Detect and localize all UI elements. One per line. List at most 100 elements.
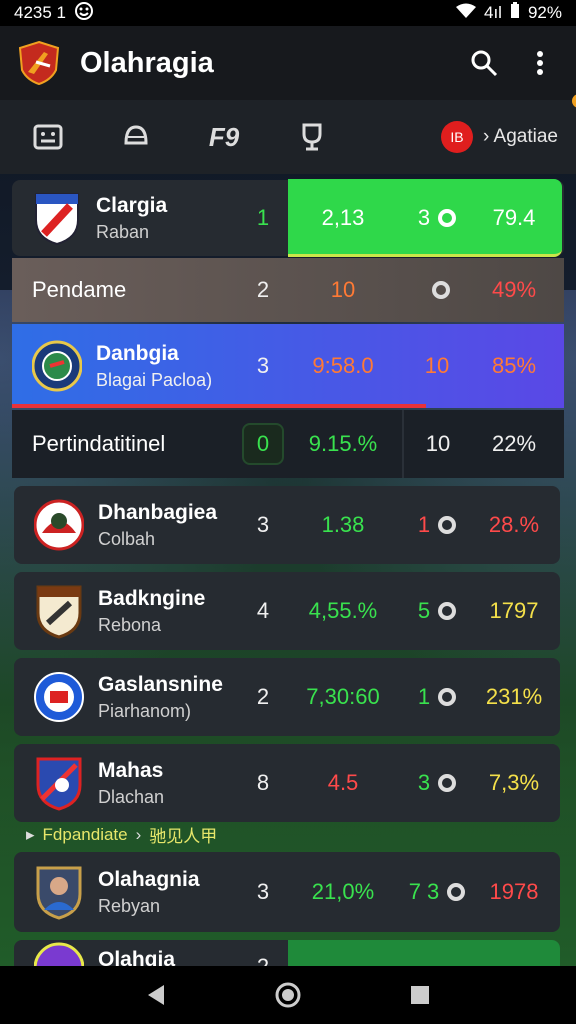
score-value: 9.15.%	[308, 431, 378, 456]
rank-value: 4	[256, 598, 270, 623]
count-value: 3	[417, 205, 431, 230]
category-link-label: Agatiae	[493, 126, 558, 147]
percent-value: 1797	[489, 598, 539, 623]
rank-value: 3	[256, 512, 270, 537]
table-row[interactable]: Pendame 2 10 49%	[12, 258, 564, 322]
team-subtitle: Colbah	[98, 528, 156, 549]
status-dot-icon	[447, 883, 466, 901]
team-crest-icon	[33, 497, 85, 553]
home-icon[interactable]	[268, 975, 308, 1015]
count-value: 5	[417, 598, 431, 623]
filter-bar: F9 IB › Agatiae	[0, 94, 576, 174]
team-crest-icon	[34, 755, 84, 811]
recents-icon[interactable]	[400, 975, 440, 1015]
rank-value: 3	[256, 353, 270, 378]
table-row[interactable]: Pertindatitinel 0 9.15.% 10 22%	[12, 410, 564, 478]
status-dot-icon	[438, 774, 457, 792]
battery-icon	[510, 2, 520, 24]
count-value: 3	[417, 770, 431, 795]
rank-value: 2	[248, 954, 278, 966]
team-subtitle: Raban	[96, 221, 150, 242]
table-row[interactable]: Badkngine Rebona 4 4,55.% 5 1797	[14, 572, 560, 650]
search-icon[interactable]	[462, 41, 506, 85]
back-icon[interactable]	[136, 975, 176, 1015]
notification-badge[interactable]: IB	[440, 121, 473, 153]
rank-value: 1	[256, 205, 270, 230]
team-crest-icon	[34, 669, 84, 725]
team-crest-icon	[32, 190, 82, 246]
team-name: Dhanbagiea	[98, 500, 218, 524]
battery-percent: 92%	[527, 3, 562, 22]
percent-value: 49%	[491, 277, 537, 302]
rank-value: 0	[242, 423, 284, 465]
percent-value: 22%	[491, 431, 537, 456]
score-value: 4.5	[327, 770, 359, 795]
percent-value: 231%	[485, 684, 543, 709]
team-subtitle: Piarhanom)	[98, 700, 192, 721]
status-dot-icon	[438, 602, 457, 620]
system-nav-bar	[0, 966, 576, 1024]
notification-icon	[74, 1, 94, 26]
table-row[interactable]: Clargia Raban 1 2,13 3 79.4	[12, 179, 564, 257]
brand-filter[interactable]: F9	[194, 94, 576, 160]
score-value: 7,30:60	[306, 684, 380, 709]
percent-value: 28.%	[488, 512, 540, 537]
row-progress-line	[12, 404, 426, 408]
team-crest-icon	[34, 583, 84, 639]
brand-notification-dot	[572, 94, 576, 108]
scoreboard-icon[interactable]	[18, 114, 78, 160]
table-row[interactable]: Gaslansnine Piarhanom) 2 7,30:60 1 231%	[14, 658, 560, 736]
team-subtitle: Dlachan	[98, 786, 165, 807]
count-value: 1	[417, 684, 431, 709]
table-row[interactable]: Olahagnia Rebyan 3 21,0% 7 3 1978	[14, 852, 560, 932]
team-name: Clargia	[96, 193, 168, 217]
category-link[interactable]: › Agatiae	[483, 126, 558, 148]
count-value: 10	[424, 353, 450, 378]
team-name: Pendame	[32, 277, 127, 302]
table-row[interactable]: Danbgia Blagai Pacloa) 3 9:58.0 10 85%	[12, 324, 564, 408]
count-value: 7 3	[408, 879, 440, 904]
score-value: 9:58.0	[312, 353, 374, 378]
count-value: 1	[417, 512, 431, 537]
row-highlight	[288, 940, 560, 966]
rank-value: 2	[256, 277, 270, 302]
score-value: 2,13	[321, 205, 365, 230]
score-value: 10	[330, 277, 356, 302]
helmet-icon[interactable]	[106, 114, 166, 160]
rank-value: 2	[256, 684, 270, 709]
status-time: 4235 1	[14, 3, 66, 22]
player-avatar-icon	[34, 864, 84, 920]
team-crest-icon	[34, 940, 84, 966]
status-dot-icon	[438, 516, 457, 534]
score-value: 1.38	[321, 512, 365, 537]
team-subtitle: Rebona	[98, 614, 162, 635]
team-name: Gaslansnine	[98, 672, 223, 696]
wifi-icon	[456, 3, 476, 24]
team-name: Olahgia	[98, 948, 176, 966]
rank-value: 3	[256, 879, 270, 904]
chevron-right-icon: ›	[135, 824, 142, 844]
table-row[interactable]: Olahgia 2	[14, 940, 560, 966]
status-dot-icon	[438, 209, 457, 227]
app-logo-icon[interactable]	[14, 38, 64, 88]
section-header[interactable]: ▸ Fdpandiate › 驰见人甲	[26, 822, 217, 847]
percent-value: 79.4	[492, 205, 536, 230]
app-bar: Olahragia	[0, 26, 576, 100]
status-bar: 4235 1 4ıl 92%	[0, 0, 576, 26]
table-row[interactable]: Mahas Dlachan 8 4.5 3 7,3%	[14, 744, 560, 822]
team-subtitle: Rebyan	[98, 895, 161, 916]
trophy-icon[interactable]	[282, 114, 342, 160]
table-row[interactable]: Dhanbagiea Colbah 3 1.38 1 28.%	[14, 486, 560, 564]
section-extra: 驰见人甲	[149, 827, 218, 846]
section-label: Fdpandiate	[42, 824, 128, 844]
team-name: Mahas	[98, 758, 164, 782]
team-name: Danbgia	[96, 341, 179, 365]
status-dot-icon	[432, 281, 450, 299]
percent-value: 1978	[489, 879, 539, 904]
app-title: Olahragia	[80, 46, 214, 79]
team-name: Badkngine	[98, 586, 206, 610]
more-options-icon[interactable]	[518, 41, 562, 85]
percent-value: 85%	[491, 353, 537, 378]
rank-value: 8	[256, 770, 270, 795]
team-name: Pertindatitinel	[32, 431, 166, 456]
